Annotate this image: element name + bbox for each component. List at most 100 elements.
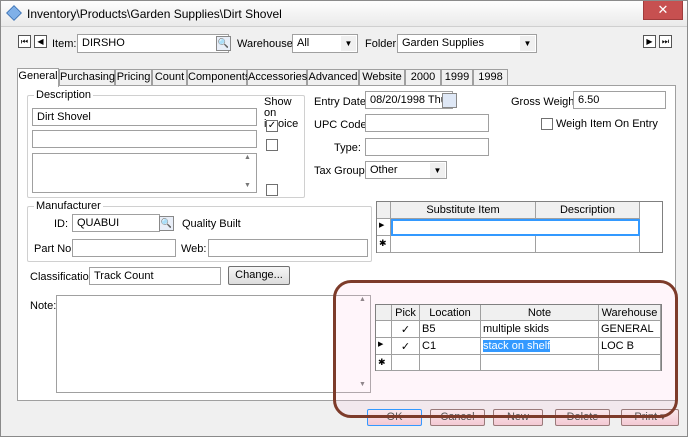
folder-label: Folder: (365, 38, 400, 50)
tab-2000[interactable]: 2000 (405, 69, 441, 86)
row-selector[interactable] (376, 321, 392, 338)
item-input[interactable]: DIRSHO (77, 34, 229, 53)
show-line1-checkbox[interactable]: ✓ (266, 120, 278, 132)
entry-date-label: Entry Date: (314, 96, 370, 108)
entry-date-input[interactable]: 08/20/1998 Thu (365, 91, 453, 109)
pick-header[interactable]: Pick (392, 305, 420, 321)
nav-last-icon[interactable]: ⏭ (659, 35, 672, 48)
change-button[interactable]: Change... (228, 266, 290, 285)
warehouse-cell[interactable]: GENERAL (599, 321, 661, 338)
show-line2-checkbox[interactable] (266, 139, 278, 151)
folder-select[interactable]: Garden Supplies ▼ (397, 34, 537, 53)
scroll-up-icon[interactable]: ▲ (244, 154, 251, 161)
partno-input[interactable] (72, 239, 176, 257)
warehouse-select[interactable]: All ▼ (292, 34, 358, 53)
classification-label: Classification: (30, 271, 98, 283)
warehouse-value: All (297, 37, 310, 49)
warehouse-header[interactable]: Warehouse (599, 305, 661, 321)
description-line3-input[interactable] (32, 153, 257, 193)
pick-check-icon[interactable]: ✓ (392, 321, 420, 338)
new-warehouse-cell[interactable] (599, 355, 661, 371)
nav-first-icon[interactable]: ⏮ (18, 35, 31, 48)
substitute-new-item-cell[interactable] (391, 236, 536, 253)
pick-check-icon[interactable]: ✓ (392, 338, 420, 355)
location-header[interactable]: Location (420, 305, 481, 321)
tab-purchasing[interactable]: Purchasing (59, 69, 115, 86)
note-textarea[interactable] (56, 295, 371, 393)
manufacturer-title: Manufacturer (34, 200, 103, 212)
note-cell[interactable]: multiple skids (481, 321, 599, 338)
tax-group-select[interactable]: Other ▼ (365, 161, 447, 179)
substitute-row-input[interactable] (391, 219, 640, 236)
manufacturer-lookup-icon[interactable]: 🔍 (159, 216, 174, 231)
weigh-on-entry-checkbox[interactable] (541, 118, 553, 130)
tab-general[interactable]: General (17, 68, 59, 87)
tab-website[interactable]: Website (359, 69, 405, 86)
substitute-grid: Substitute Item Description ▶ ✱ (376, 201, 663, 253)
tab-count[interactable]: Count (152, 69, 187, 86)
location-grid: Pick Location Note Warehouse ✓ B5 multip… (375, 304, 662, 371)
tab-pricing[interactable]: Pricing (115, 69, 152, 86)
substitute-description-header[interactable]: Description (536, 202, 640, 219)
web-label: Web: (181, 243, 207, 255)
row-pointer-icon: ▶ (376, 338, 392, 355)
warehouse-cell[interactable]: LOC B (599, 338, 661, 355)
folder-value: Garden Supplies (402, 37, 484, 49)
item-lookup-icon[interactable]: 🔍 (216, 36, 231, 51)
tab-components[interactable]: Components (187, 69, 250, 86)
manufacturer-group: Manufacturer ID: QUABUI 🔍 Quality Built … (27, 200, 372, 262)
gross-weight-label: Gross Weight: (511, 96, 581, 108)
classification-input[interactable]: Track Count (89, 267, 221, 285)
close-button[interactable]: ✕ (643, 1, 683, 20)
show-line3-checkbox[interactable] (266, 184, 278, 196)
new-button[interactable]: New (493, 409, 543, 426)
note-cell[interactable]: stack on shelf (481, 338, 599, 355)
manufacturer-name: Quality Built (182, 218, 241, 230)
item-label: Item: (52, 38, 77, 50)
nav-prev-icon[interactable]: ◀ (34, 35, 47, 48)
type-label: Type: (334, 142, 361, 154)
note-cell-selected-text[interactable]: stack on shelf (483, 340, 551, 352)
tab-1998[interactable]: 1998 (473, 69, 508, 86)
ok-button[interactable]: OK (367, 409, 422, 426)
grid-corner (376, 305, 392, 321)
nav-next-icon[interactable]: ▶ (643, 35, 656, 48)
tab-1999[interactable]: 1999 (441, 69, 473, 86)
new-location-cell[interactable] (420, 355, 481, 371)
print-button[interactable]: Print ▾ (621, 409, 679, 426)
calendar-icon[interactable] (442, 93, 457, 108)
chevron-down-icon: ▼ (341, 36, 356, 51)
inventory-window: Inventory\Products\Garden Supplies\Dirt … (0, 0, 688, 437)
description-title: Description (34, 89, 94, 101)
gross-weight-input[interactable]: 6.50 (573, 91, 666, 109)
upc-input[interactable] (365, 114, 489, 132)
substitute-new-desc-cell[interactable] (536, 236, 640, 253)
new-note-cell[interactable] (481, 355, 599, 371)
tax-group-label: Tax Group: (314, 165, 368, 177)
manufacturer-id-input[interactable]: QUABUI (72, 214, 160, 232)
description-line1-input[interactable]: Dirt Shovel (32, 108, 257, 126)
chevron-down-icon: ▼ (520, 36, 535, 51)
description-group: Description Dirt Shovel ▲ ▼ Show on invo… (27, 89, 305, 198)
weigh-on-entry-label: Weigh Item On Entry (556, 118, 658, 130)
new-row-icon: ✱ (376, 355, 392, 371)
grid-corner (377, 202, 391, 219)
window-title: Inventory\Products\Garden Supplies\Dirt … (27, 7, 282, 21)
web-input[interactable] (208, 239, 368, 257)
tab-advanced[interactable]: Advanced (307, 69, 359, 86)
note-header[interactable]: Note (481, 305, 599, 321)
cancel-button[interactable]: Cancel (430, 409, 485, 426)
scroll-down-icon[interactable]: ▼ (244, 182, 251, 189)
type-input[interactable] (365, 138, 489, 156)
partno-label: Part No: (34, 243, 75, 255)
description-line2-input[interactable] (32, 130, 257, 148)
tab-accessories[interactable]: Accessories (247, 69, 307, 86)
substitute-item-header[interactable]: Substitute Item (391, 202, 536, 219)
chevron-down-icon: ▼ (430, 163, 445, 178)
warehouse-label: Warehouse: (237, 38, 296, 50)
location-cell[interactable]: C1 (420, 338, 481, 355)
manufacturer-id-label: ID: (54, 218, 69, 230)
delete-button[interactable]: Delete (555, 409, 610, 426)
location-cell[interactable]: B5 (420, 321, 481, 338)
new-pick-cell[interactable] (392, 355, 420, 371)
